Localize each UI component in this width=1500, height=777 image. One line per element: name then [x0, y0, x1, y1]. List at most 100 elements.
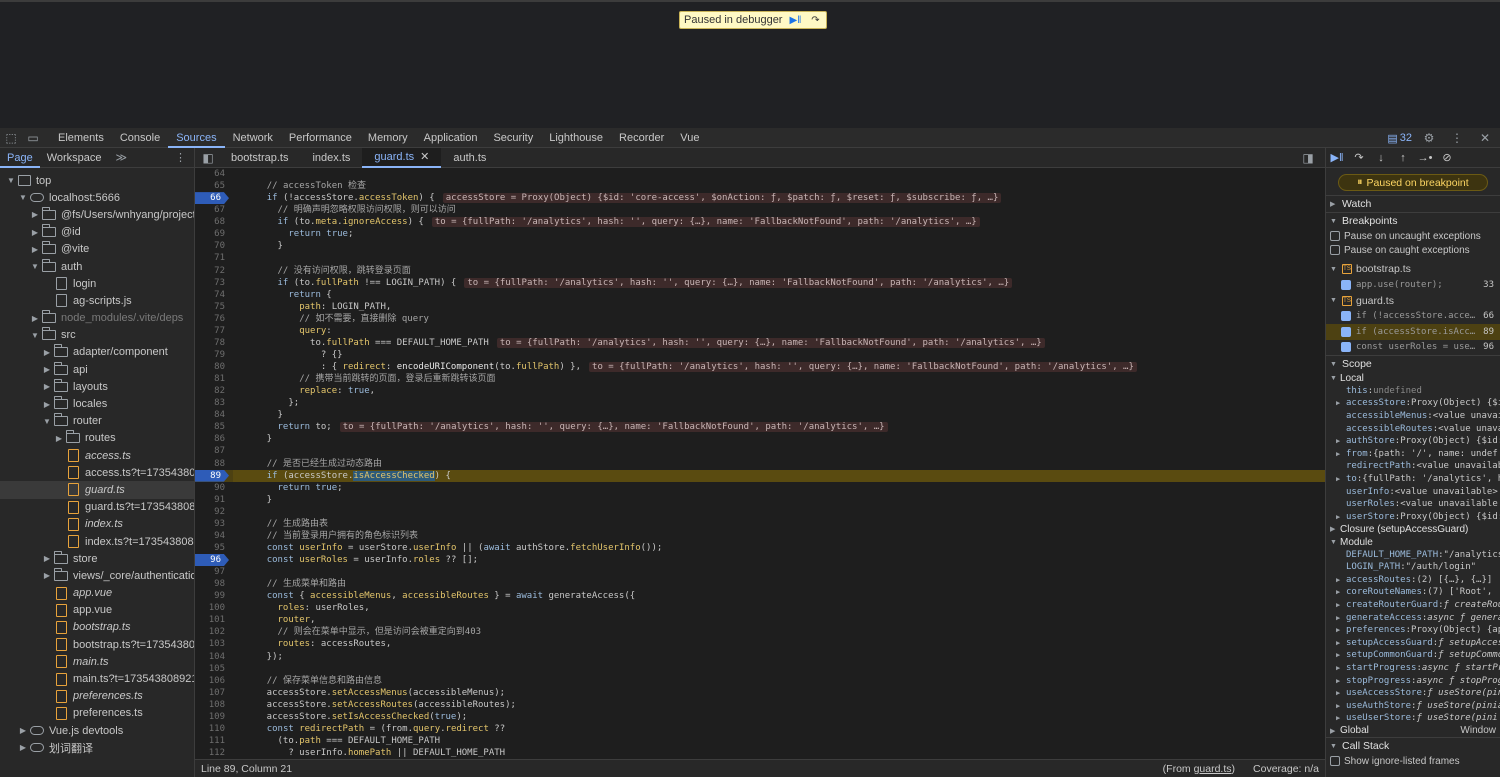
- line-number[interactable]: 78: [195, 337, 233, 349]
- breakpoint-checkbox[interactable]: [1341, 326, 1351, 337]
- tree-item[interactable]: ▶ @vite: [0, 241, 194, 258]
- issues-counter[interactable]: ▤ 32: [1387, 132, 1412, 145]
- breakpoint-file[interactable]: ▼ TS guard.ts: [1326, 293, 1500, 309]
- tree-item[interactable]: ▶ views/_core/authentication: [0, 567, 194, 584]
- tree-item[interactable]: preferences.ts: [0, 705, 194, 722]
- line-number[interactable]: 104: [195, 651, 233, 663]
- line-number[interactable]: 91: [195, 494, 233, 506]
- scope-variable[interactable]: ▶ from: {path: '/', name: undef: [1326, 448, 1500, 461]
- breakpoint-item[interactable]: const userRoles = use... 96: [1326, 340, 1500, 356]
- inspect-element-icon[interactable]: ⬚: [0, 128, 22, 148]
- line-number[interactable]: 110: [195, 723, 233, 735]
- tree-item[interactable]: ▼ top: [0, 172, 194, 189]
- tab-console[interactable]: Console: [112, 128, 168, 148]
- editor-tab-auth-ts[interactable]: auth.ts: [441, 148, 498, 168]
- line-number[interactable]: 92: [195, 506, 233, 518]
- device-toolbar-icon[interactable]: ▭: [22, 128, 44, 148]
- tree-item[interactable]: main.ts: [0, 653, 194, 670]
- toggle-debugger-icon[interactable]: ◨: [1297, 148, 1319, 168]
- scope-variable[interactable]: DEFAULT_HOME_PATH: "/analytics: [1326, 548, 1500, 561]
- breakpoint-checkbox[interactable]: [1341, 311, 1351, 322]
- scope-variable[interactable]: ▶ authStore: Proxy(Object) {$id:: [1326, 435, 1500, 448]
- tree-item[interactable]: index.ts?t=173543808...: [0, 533, 194, 550]
- scope-variable[interactable]: ▶ to: {fullPath: '/analytics', h: [1326, 473, 1500, 486]
- line-number[interactable]: 82: [195, 385, 233, 397]
- tree-item[interactable]: ▶ 划词翻译: [0, 739, 194, 756]
- tree-item[interactable]: ▶ node_modules/.vite/deps: [0, 310, 194, 327]
- line-number[interactable]: 76: [195, 313, 233, 325]
- tab-network[interactable]: Network: [225, 128, 281, 148]
- tab-sources[interactable]: Sources: [168, 128, 225, 148]
- tree-item[interactable]: ▶ Vue.js devtools: [0, 722, 194, 739]
- scope-variable[interactable]: ▶ startProgress: async ƒ startPr: [1326, 662, 1500, 675]
- scope-variable[interactable]: this: undefined: [1326, 385, 1500, 398]
- tree-item[interactable]: access.ts?t=17354380...: [0, 464, 194, 481]
- scope-variable[interactable]: ▶ coreRouteNames: (7) ['Root', ': [1326, 586, 1500, 599]
- line-number[interactable]: 85: [195, 421, 233, 433]
- line-number[interactable]: 109: [195, 711, 233, 723]
- line-number[interactable]: 74: [195, 289, 233, 301]
- tree-item[interactable]: app.vue: [0, 602, 194, 619]
- tree-item[interactable]: index.ts: [0, 516, 194, 533]
- tree-item[interactable]: ▼ router: [0, 413, 194, 430]
- scope-variable[interactable]: userRoles: <value unavailable: [1326, 498, 1500, 511]
- deactivate-breakpoints-icon[interactable]: ⊘: [1436, 148, 1458, 168]
- tab-application[interactable]: Application: [416, 128, 486, 148]
- scope-variable[interactable]: ▶ setupAccessGuard: ƒ setupAcces: [1326, 636, 1500, 649]
- line-number[interactable]: 103: [195, 638, 233, 650]
- scope-variable[interactable]: ▶ useAccessStore: ƒ useStore(pin: [1326, 687, 1500, 700]
- tab-security[interactable]: Security: [485, 128, 541, 148]
- scope-variable[interactable]: accessibleRoutes: <value unava: [1326, 422, 1500, 435]
- breakpoint-file[interactable]: ▼ TS bootstrap.ts: [1326, 261, 1500, 277]
- tree-item[interactable]: ▶ @fs/Users/wnhyang/project...: [0, 206, 194, 223]
- tab-memory[interactable]: Memory: [360, 128, 416, 148]
- local-scope-header[interactable]: ▼ Local: [1326, 372, 1500, 385]
- scope-variable[interactable]: ▶ preferences: Proxy(Object) {ap: [1326, 624, 1500, 637]
- breakpoint-marker[interactable]: 66: [195, 192, 229, 205]
- line-number[interactable]: 93: [195, 518, 233, 530]
- close-tab-icon[interactable]: ✕: [420, 147, 429, 167]
- line-number[interactable]: 100: [195, 602, 233, 614]
- line-number[interactable]: 88: [195, 458, 233, 470]
- editor-tab-index-ts[interactable]: index.ts: [300, 148, 362, 168]
- breakpoint-marker[interactable]: 89: [195, 469, 229, 482]
- show-ignore-listed-option[interactable]: Show ignore-listed frames: [1326, 754, 1500, 768]
- scope-variable[interactable]: userInfo: <value unavailable>: [1326, 485, 1500, 498]
- line-number[interactable]: 94: [195, 530, 233, 542]
- scope-variable[interactable]: ▶accessStore: Proxy(Object) {$id:: [1326, 397, 1500, 410]
- tree-item[interactable]: ▶ adapter/component: [0, 344, 194, 361]
- editor-tab-bootstrap-ts[interactable]: bootstrap.ts: [219, 148, 300, 168]
- tree-item[interactable]: guard.ts?t=173543808...: [0, 499, 194, 516]
- line-number[interactable]: 80: [195, 361, 233, 373]
- breakpoint-item[interactable]: app.use(router); 33: [1326, 277, 1500, 293]
- editor-tab-guard-ts[interactable]: guard.ts ✕: [362, 147, 442, 168]
- tree-item[interactable]: ▶ locales: [0, 395, 194, 412]
- step-over-icon[interactable]: ↷: [1348, 148, 1370, 168]
- pause-caught-option[interactable]: Pause on caught exceptions: [1326, 243, 1500, 257]
- breakpoint-marker[interactable]: 96: [195, 554, 229, 567]
- tree-item[interactable]: ▼ localhost:5666: [0, 189, 194, 206]
- resume-icon[interactable]: ▶‖: [1326, 148, 1348, 168]
- line-number[interactable]: 84: [195, 409, 233, 421]
- tree-item[interactable]: bootstrap.ts?t=17354380...: [0, 636, 194, 653]
- line-number[interactable]: 108: [195, 699, 233, 711]
- line-number[interactable]: 98: [195, 578, 233, 590]
- line-number[interactable]: 73: [195, 277, 233, 289]
- tree-item[interactable]: ▶ routes: [0, 430, 194, 447]
- scope-variable[interactable]: ▶ useUserStore: ƒ useStore(pini: [1326, 712, 1500, 725]
- settings-gear-icon[interactable]: ⚙: [1418, 128, 1440, 148]
- tab-workspace[interactable]: Workspace: [40, 148, 109, 168]
- tab-vue[interactable]: Vue: [672, 128, 707, 148]
- coverage-status[interactable]: Coverage: n/a: [1253, 763, 1319, 775]
- line-number[interactable]: 77: [195, 325, 233, 337]
- breakpoint-checkbox[interactable]: [1341, 279, 1351, 290]
- tree-item[interactable]: ▶ store: [0, 550, 194, 567]
- tree-item[interactable]: ▼ src: [0, 327, 194, 344]
- navigator-menu-icon[interactable]: ⋮: [175, 151, 186, 164]
- step-over-icon[interactable]: ↷: [808, 14, 822, 26]
- module-scope-header[interactable]: ▼ Module: [1326, 536, 1500, 549]
- line-number[interactable]: 101: [195, 614, 233, 626]
- tree-item[interactable]: ag-scripts.js: [0, 292, 194, 309]
- tree-item[interactable]: main.ts?t=1735438089211: [0, 670, 194, 687]
- line-number[interactable]: 83: [195, 397, 233, 409]
